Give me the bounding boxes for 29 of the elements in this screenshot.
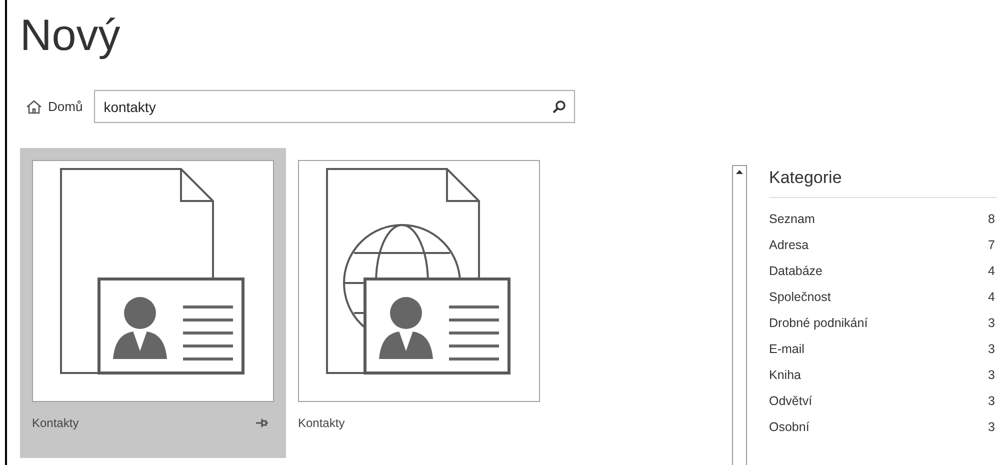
category-item[interactable]: Osobní — [769, 418, 810, 444]
category-item[interactable]: Adresa — [769, 236, 809, 262]
category-count: 3 — [988, 340, 995, 358]
page-title: Nový — [20, 14, 120, 58]
category-count: 4 — [988, 288, 995, 306]
category-count: 3 — [988, 366, 995, 384]
home-icon — [26, 98, 42, 114]
template-label: Kontakty — [32, 415, 79, 432]
search-icon[interactable] — [552, 100, 566, 114]
category-item[interactable]: Kniha — [769, 366, 801, 392]
category-count: 4 — [988, 262, 995, 280]
category-count: 8 — [988, 210, 995, 228]
category-count: 3 — [988, 392, 995, 410]
category-item[interactable]: Společnost — [769, 288, 831, 314]
category-count: 3 — [988, 418, 995, 436]
category-count: 7 — [988, 236, 995, 254]
scrollbar[interactable] — [732, 165, 747, 465]
category-item[interactable]: E-mail — [769, 340, 804, 366]
home-button[interactable]: Domů — [26, 96, 83, 116]
search-field[interactable]: kontakty — [94, 90, 575, 123]
pin-icon[interactable] — [256, 418, 268, 428]
template-tile[interactable]: Kontakty — [20, 148, 286, 458]
category-item[interactable]: Seznam — [769, 210, 815, 236]
category-count: 3 — [988, 314, 995, 332]
category-item[interactable]: Databáze — [769, 262, 823, 288]
category-item[interactable]: Drobné podnikání — [769, 314, 868, 340]
template-label: Kontakty — [298, 415, 345, 432]
categories-heading: Kategorie — [769, 165, 997, 198]
category-item[interactable]: Odvětví — [769, 392, 812, 418]
